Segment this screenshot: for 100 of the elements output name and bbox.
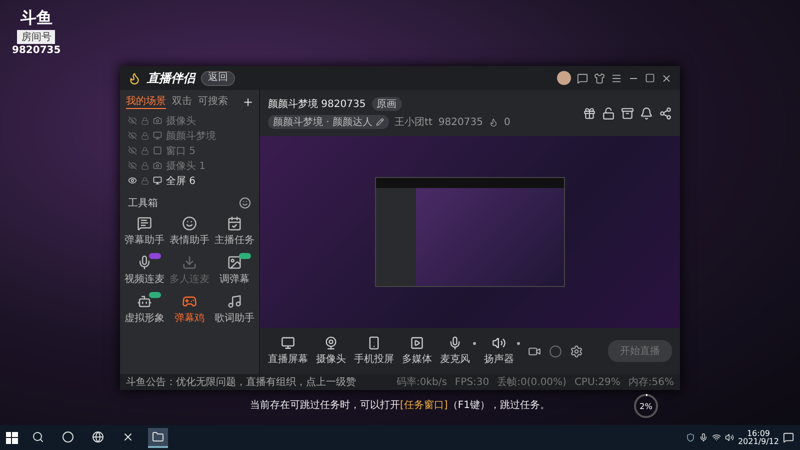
circle-icon	[62, 430, 74, 442]
webcam-icon	[324, 336, 338, 350]
notification-icon[interactable]	[783, 432, 794, 443]
dropdown-dot[interactable]	[473, 342, 476, 345]
logo-text: 斗鱼	[20, 8, 52, 29]
calendar-check-icon	[227, 216, 242, 231]
search-icon	[32, 430, 44, 442]
tool-button[interactable]: 弹幕助手	[122, 214, 167, 249]
robot-icon	[137, 294, 152, 309]
camera-icon	[153, 116, 162, 125]
eye-off-icon[interactable]	[128, 146, 137, 155]
menu-icon[interactable]	[611, 72, 622, 84]
heat-count: 0	[504, 116, 510, 128]
folder-icon	[152, 430, 164, 442]
tool-button[interactable]: 弹幕鸡	[167, 292, 212, 327]
lock-icon	[141, 162, 149, 170]
room-number: 9820735	[12, 45, 61, 56]
record-icon[interactable]	[549, 344, 562, 358]
avatar[interactable]	[557, 71, 571, 85]
gamepad-icon	[182, 294, 197, 309]
owner-id: 9820735	[438, 116, 483, 128]
eye-off-icon[interactable]	[128, 116, 137, 125]
gift-icon[interactable]	[583, 106, 596, 120]
globe-icon	[92, 430, 104, 442]
scene-tab[interactable]: 双击	[172, 94, 192, 109]
phone-icon	[367, 336, 381, 350]
monitor-icon	[281, 336, 295, 350]
scene-tab[interactable]: 可搜索	[198, 94, 228, 109]
tool-button[interactable]: 虚拟形象	[122, 292, 167, 327]
notice-text: 斗鱼公告：优化无限问题，直播有组织，点上一级赞	[126, 376, 356, 389]
speaker-icon	[724, 433, 734, 442]
room-title: 颜颜斗梦境 9820735	[268, 98, 366, 111]
tool-button[interactable]: 视频连麦	[122, 253, 167, 288]
status-stat: FPS:30	[454, 376, 490, 388]
smile-icon	[182, 216, 197, 231]
music-icon	[227, 294, 242, 309]
unlock-icon[interactable]	[602, 106, 615, 120]
status-stat: CPU:29%	[574, 376, 620, 388]
camera-icon	[153, 161, 162, 170]
shield-icon	[686, 433, 695, 442]
source-button[interactable]: 直播屏幕	[268, 336, 308, 366]
back-button[interactable]: 返回	[201, 70, 235, 86]
app-name: 直播伴侣	[147, 70, 195, 86]
lock-icon	[141, 146, 149, 154]
monitor-icon	[153, 131, 162, 140]
network-icon	[712, 433, 721, 442]
clock[interactable]: 16:09 2021/9/12	[738, 430, 779, 446]
microphone-icon	[698, 433, 708, 442]
source-button[interactable]: 多媒体	[402, 336, 432, 366]
maximize-icon[interactable]	[645, 73, 655, 83]
quality-tag[interactable]: 原画	[372, 97, 402, 111]
window-icon	[153, 146, 162, 155]
lock-icon	[141, 132, 149, 140]
status-stat: 丢帧:0(0.00%)	[497, 376, 566, 389]
share-icon[interactable]	[659, 106, 672, 120]
close-icon[interactable]	[661, 72, 672, 84]
scene-tab[interactable]: 我的场景	[126, 94, 166, 109]
smile-icon[interactable]	[239, 197, 251, 209]
tool-button[interactable]: 歌词助手	[212, 292, 257, 327]
lock-icon	[141, 176, 149, 184]
source-item[interactable]: 全屏 6	[166, 174, 196, 188]
monitor-icon	[153, 176, 162, 185]
source-button[interactable]: 麦克风	[440, 336, 476, 366]
taskbar-app[interactable]	[148, 428, 168, 448]
microphone-icon	[137, 255, 152, 270]
lock-icon	[141, 116, 149, 124]
box-icon[interactable]	[621, 106, 634, 120]
play-icon	[410, 336, 424, 350]
progress-label: 2%	[640, 402, 652, 410]
owner-name: 王小团tt	[394, 116, 432, 129]
chat-icon	[137, 216, 152, 231]
settings-icon[interactable]	[570, 344, 583, 358]
source-button[interactable]: 扬声器	[484, 336, 520, 366]
dropdown-dot[interactable]	[517, 342, 520, 345]
status-stat: 内存:56%	[628, 376, 674, 389]
subtitle-text: 当前存在可跳过任务时，可以打开[任务窗口]（F1键），跳过任务。	[250, 398, 550, 412]
room-label: 房间号	[17, 30, 56, 44]
category-tag[interactable]: 颜颜斗梦境 · 颜颜达人	[268, 115, 389, 129]
source-button[interactable]: 手机投屏	[354, 336, 394, 366]
bell-icon[interactable]	[640, 106, 653, 120]
windows-icon[interactable]	[6, 432, 18, 444]
source-button[interactable]: 摄像头	[316, 336, 346, 366]
video-icon[interactable]	[528, 344, 541, 358]
eye-off-icon[interactable]	[128, 131, 137, 140]
tool-button[interactable]: 调弹幕	[212, 253, 257, 288]
pencil-icon	[376, 118, 384, 126]
eye-icon[interactable]	[128, 176, 137, 185]
download-icon	[182, 255, 197, 270]
tool-button[interactable]: 表情助手	[167, 214, 212, 249]
toolbox-title: 工具箱	[128, 197, 158, 210]
flame-icon	[128, 72, 141, 84]
image-icon	[227, 255, 242, 270]
status-stat: 码率:0kb/s	[396, 376, 447, 389]
eye-off-icon[interactable]	[128, 161, 137, 170]
add-button[interactable]: +	[242, 94, 253, 108]
microphone-icon	[448, 336, 462, 350]
message-icon[interactable]	[577, 72, 588, 84]
x-icon	[122, 430, 134, 442]
tool-button[interactable]: 主播任务	[212, 214, 257, 249]
shirt-icon[interactable]	[594, 72, 605, 84]
